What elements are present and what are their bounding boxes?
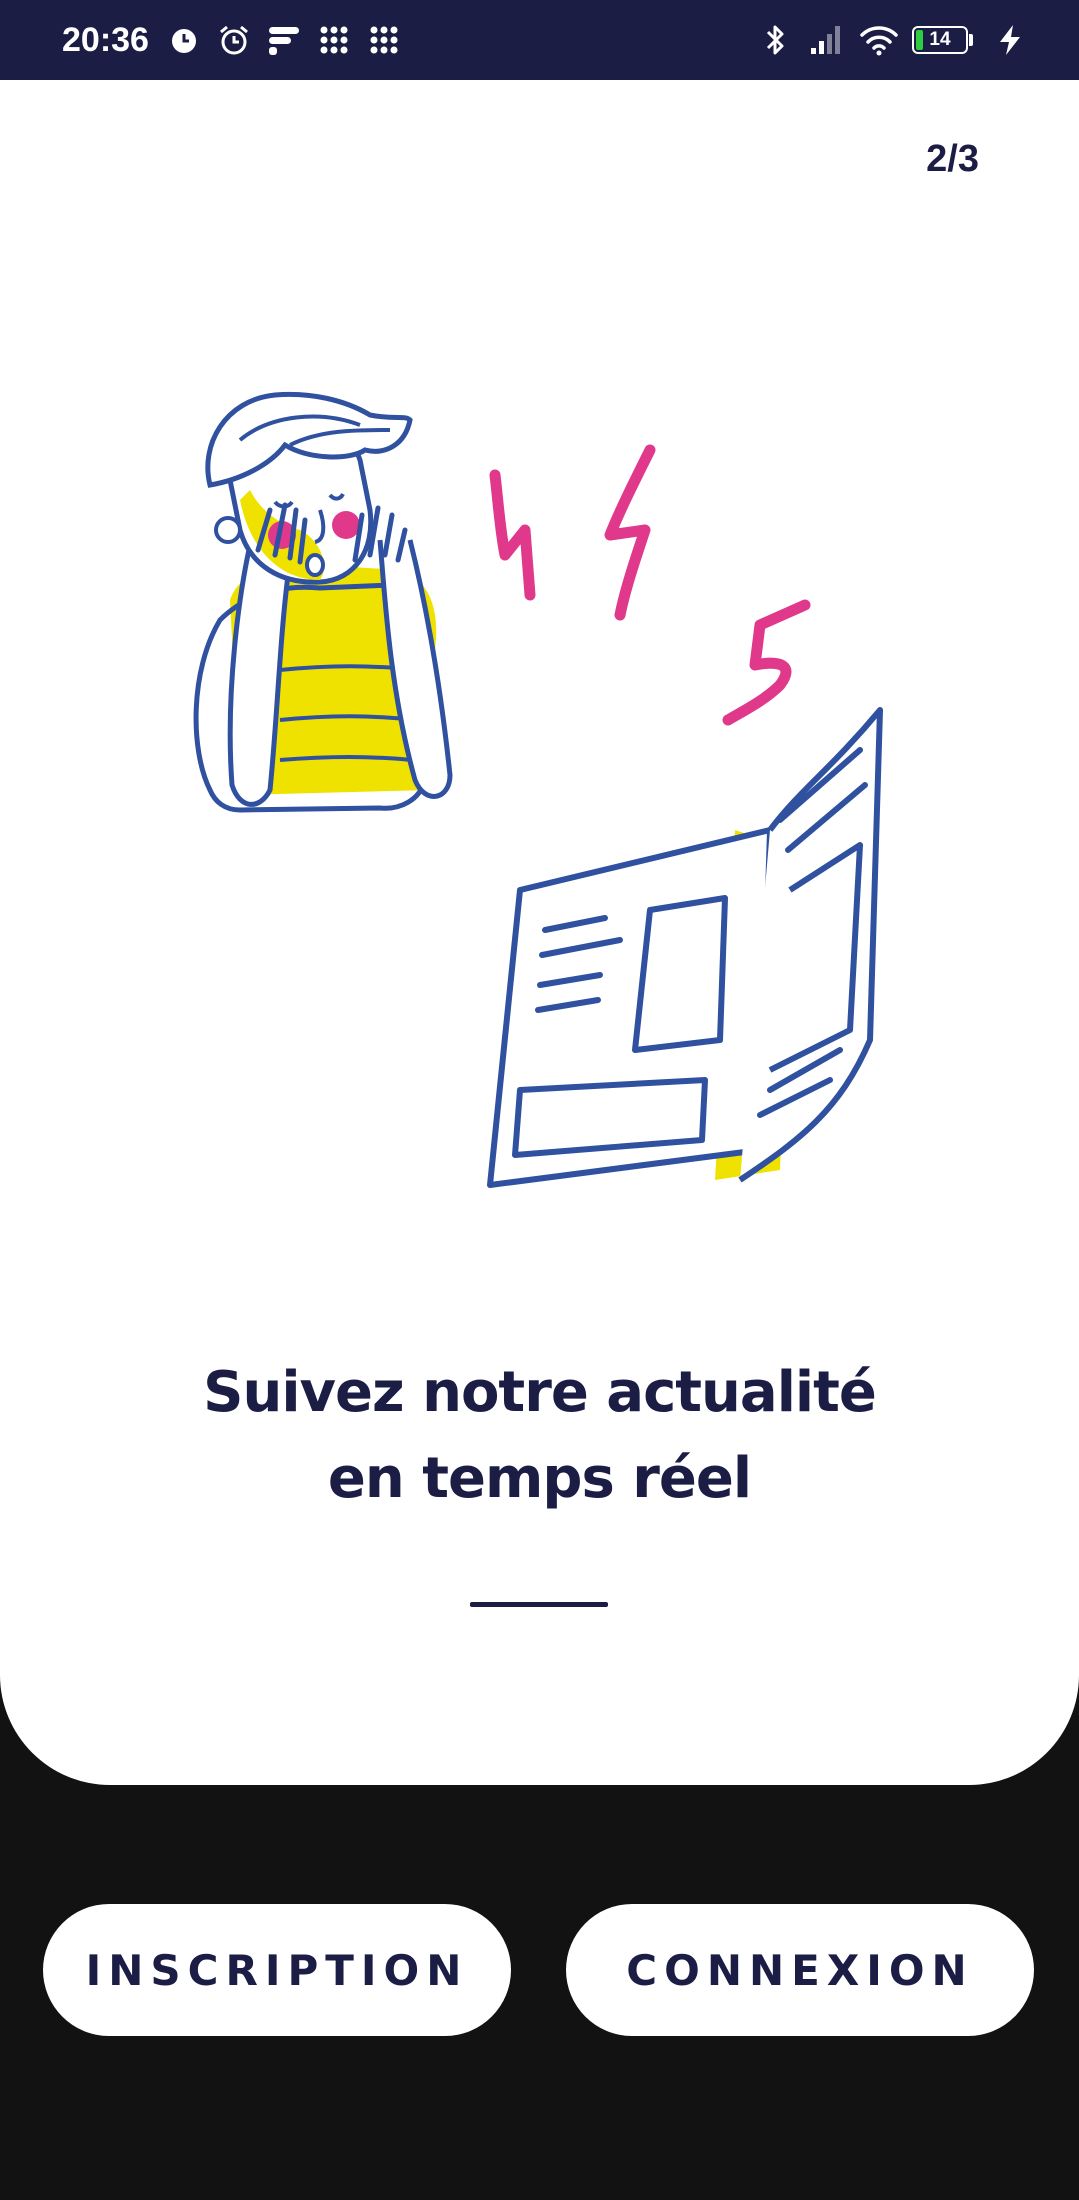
status-time: 20:36 (62, 20, 149, 59)
newspaper-illustration (193, 391, 883, 1188)
battery-icon: 14 (912, 26, 973, 54)
grid-dots-icon (365, 21, 403, 59)
newspaper-left-page (487, 827, 773, 1188)
headline-line-1: Suivez notre actualité (203, 1360, 877, 1425)
grid-dots-icon (315, 21, 353, 59)
alarm-filled-icon (165, 21, 203, 59)
status-bar: 20:36 14 (0, 0, 1079, 80)
status-icons-right: 14 (756, 21, 1043, 59)
mouth (305, 553, 325, 577)
connexion-button[interactable]: CONNEXION (566, 1904, 1034, 2036)
onboarding-headline: Suivez notre actualité en temps réel (0, 1350, 1079, 1522)
wifi-icon (860, 21, 898, 59)
signal-icon (808, 21, 846, 59)
newspaper-right-page (738, 707, 883, 1183)
onboarding-card: 2/3 Suivez notre actualité en temps réel (0, 80, 1079, 1785)
alarm-clock-icon (215, 21, 253, 59)
bluetooth-icon (756, 21, 794, 59)
inscription-button[interactable]: INSCRIPTION (43, 1904, 511, 2036)
app-notification-icon (265, 21, 303, 59)
shock-mark (604, 444, 656, 621)
shock-mark (489, 469, 536, 601)
headline-line-2: en temps réel (327, 1446, 752, 1511)
person-ear (214, 516, 242, 544)
headline-divider (470, 1602, 608, 1607)
shock-mark (722, 599, 811, 726)
charging-icon (991, 21, 1029, 59)
page-indicator: 2/3 (926, 138, 979, 180)
cheek-right (332, 511, 360, 539)
battery-level: 14 (929, 29, 951, 50)
